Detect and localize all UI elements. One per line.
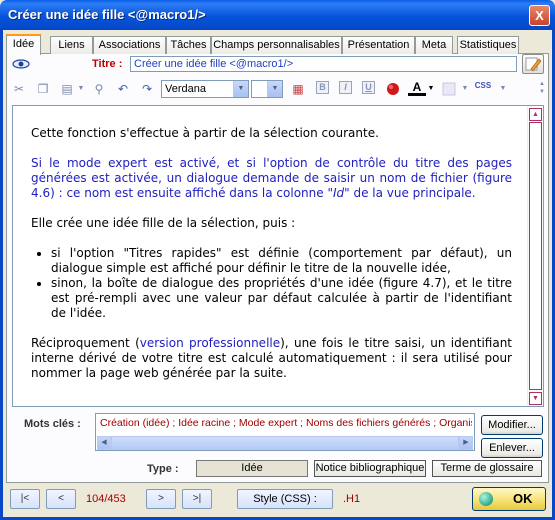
titre-input[interactable]: Créer une idée fille <@macro1/> — [130, 56, 517, 72]
bullet-list: si l'option "Titres rapides" est définie… — [51, 246, 512, 321]
chevron-down-icon: ▼ — [233, 81, 248, 97]
type-label: Type : — [147, 463, 179, 475]
redo-icon[interactable]: ↷ — [138, 80, 156, 98]
scroll-left-icon[interactable]: ◀ — [97, 436, 111, 450]
editor-content: Cette fonction s'effectue à partir de la… — [31, 126, 512, 396]
keywords-field[interactable]: Création (idée) ; Idée racine ; Mode exp… — [95, 413, 475, 451]
ok-button[interactable]: OK — [472, 487, 546, 511]
toolbar-overflow-icon[interactable]: ▲ ▼ — [533, 80, 551, 98]
next-page-button[interactable]: > — [146, 489, 176, 509]
modify-keywords-button[interactable]: Modifier... — [481, 415, 543, 435]
window-title: Créer une idée fille <@macro1/> — [8, 7, 206, 22]
chevron-down-icon: ▼ — [267, 81, 282, 97]
paragraph-2-tail: " de la vue principale. — [344, 186, 476, 200]
font-size-select[interactable]: ▼ — [251, 80, 283, 98]
paragraph-3: Elle crée une idée fille de la sélection… — [31, 216, 296, 230]
titre-label: Titre : — [92, 58, 123, 70]
css-dropdown-icon[interactable]: ▼ — [494, 80, 512, 98]
text-color-dropdown-icon[interactable]: ▼ — [422, 80, 440, 98]
tab-presentation[interactable]: Présentation — [342, 36, 415, 54]
edit-title-button[interactable] — [522, 54, 544, 74]
tab-associations[interactable]: Associations — [93, 36, 166, 54]
editor-vertical-scrollbar[interactable]: ▲ ▼ — [527, 106, 543, 406]
scroll-right-icon[interactable]: ▶ — [459, 436, 473, 450]
previous-page-button[interactable]: < — [46, 489, 76, 509]
style-css-value: .H1 — [343, 493, 361, 505]
page-counter: 104/453 — [86, 493, 126, 505]
bold-button[interactable]: B — [316, 81, 329, 94]
format-toolbar: ✂ ❐ ▤ ▼ ⚲ ↶ ↷ Verdana ▼ ▼ ▦ B I U A ▼ ▼ … — [8, 77, 546, 101]
type-option-terme-de-glossaire[interactable]: Terme de glossaire — [432, 460, 542, 477]
scroll-up-icon[interactable]: ▲ — [529, 108, 542, 121]
paragraph-4: Réciproquement (version professionnelle)… — [31, 336, 512, 381]
scroll-thumb[interactable] — [529, 122, 542, 390]
version-professionnelle-link[interactable]: version professionnelle — [140, 336, 280, 350]
eye-icon[interactable] — [12, 58, 30, 70]
copy-icon[interactable]: ❐ — [34, 80, 52, 98]
last-page-button[interactable]: >| — [182, 489, 212, 509]
bottom-navigation: |< < 104/453 > >| Style (CSS) : .H1 OK — [6, 486, 549, 514]
font-select[interactable]: Verdana ▼ — [161, 80, 249, 98]
tab-champs-personnalisables[interactable]: Champs personnalisables — [211, 36, 342, 54]
remove-keywords-button[interactable]: Enlever... — [481, 438, 543, 458]
paragraph-2: Si le mode expert est activé, et si l'op… — [31, 156, 512, 201]
paste-dropdown-icon[interactable]: ▼ — [72, 80, 90, 98]
undo-icon[interactable]: ↶ — [114, 80, 132, 98]
keywords-label: Mots clés : — [24, 418, 81, 430]
tab-idee[interactable]: Idée — [6, 34, 41, 55]
tab-liens[interactable]: Liens — [50, 36, 93, 54]
tab-taches[interactable]: Tâches — [166, 36, 211, 54]
css-button[interactable]: CSS — [474, 80, 492, 98]
pencil-icon — [525, 57, 542, 72]
rich-text-editor[interactable]: Cette fonction s'effectue à partir de la… — [12, 105, 544, 407]
insert-icon[interactable]: ▦ — [289, 80, 307, 98]
font-select-value: Verdana — [165, 83, 206, 95]
find-icon[interactable]: ⚲ — [90, 80, 108, 98]
scroll-thumb[interactable] — [111, 436, 459, 450]
highlight-dropdown-icon[interactable]: ▼ — [456, 80, 474, 98]
style-css-button[interactable]: Style (CSS) : — [237, 489, 333, 509]
first-page-button[interactable]: |< — [10, 489, 40, 509]
ok-label: OK — [513, 491, 533, 506]
tab-statistiques[interactable]: Statistiques — [457, 36, 519, 54]
italic-button[interactable]: I — [339, 81, 352, 94]
keywords-value: Création (idée) ; Idée racine ; Mode exp… — [100, 417, 472, 429]
scroll-down-icon[interactable]: ▼ — [529, 392, 542, 405]
record-icon[interactable] — [384, 80, 402, 98]
paragraph-4-text: Réciproquement ( — [31, 336, 140, 350]
window-titlebar[interactable]: Créer une idée fille <@macro1/> X — [0, 0, 555, 30]
ok-status-icon — [479, 492, 493, 506]
id-column-name: Id — [332, 186, 345, 200]
close-button[interactable]: X — [529, 5, 550, 26]
paragraph-1: Cette fonction s'effectue à partir de la… — [31, 126, 379, 140]
cut-icon[interactable]: ✂ — [10, 80, 28, 98]
tab-meta[interactable]: Meta — [415, 36, 453, 54]
keywords-horizontal-scrollbar[interactable]: ◀ ▶ — [97, 436, 473, 450]
list-item: sinon, la boîte de dialogue des propriét… — [51, 276, 512, 321]
underline-button[interactable]: U — [362, 81, 375, 94]
type-option-idee[interactable]: Idée — [196, 460, 308, 477]
type-option-notice-bibliographique[interactable]: Notice bibliographique — [314, 460, 426, 477]
list-item: si l'option "Titres rapides" est définie… — [51, 246, 512, 276]
